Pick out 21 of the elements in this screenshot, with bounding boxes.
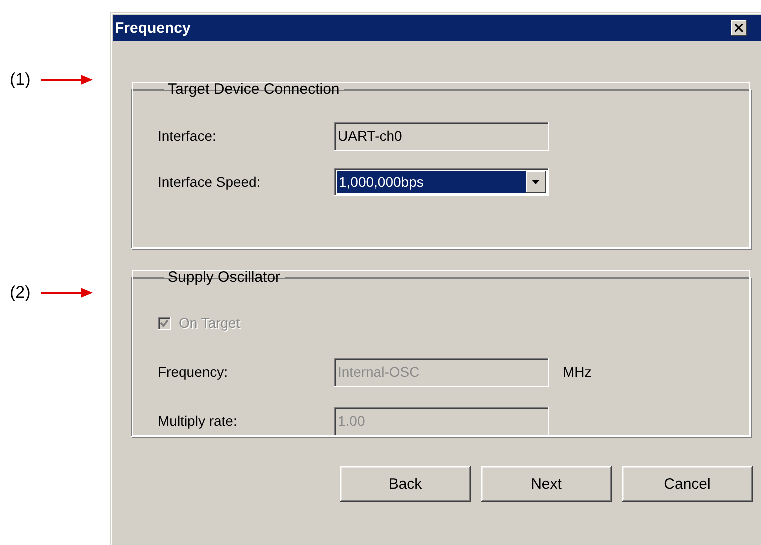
field-label: Interface Speed: xyxy=(158,174,262,190)
annotation-label: (2) xyxy=(10,283,31,303)
arrow-icon xyxy=(40,287,93,299)
text-field[interactable]: UART-ch0 xyxy=(334,122,549,150)
wizard-button[interactable]: Next xyxy=(481,466,612,502)
close-icon xyxy=(735,24,743,32)
dropdown-value: 1,000,000bps xyxy=(337,171,526,193)
window-title: Frequency xyxy=(115,20,191,36)
group-title: Supply Oscillator xyxy=(167,269,282,286)
field-label: Multiply rate: xyxy=(158,413,238,429)
unit-label: MHz xyxy=(563,364,592,380)
field-label: Interface: xyxy=(158,128,218,144)
speed-dropdown[interactable]: 1,000,000bps xyxy=(334,168,549,196)
arrow-icon xyxy=(40,74,93,86)
annotation-label: (1) xyxy=(10,70,31,90)
close-button[interactable] xyxy=(731,20,747,36)
wizard-button[interactable]: Back xyxy=(340,466,471,502)
checkbox-label: On Target xyxy=(179,315,240,331)
wizard-button[interactable]: Cancel xyxy=(622,466,753,502)
field-label: Frequency: xyxy=(158,364,230,380)
group-title: Target Device Connection xyxy=(167,81,341,98)
